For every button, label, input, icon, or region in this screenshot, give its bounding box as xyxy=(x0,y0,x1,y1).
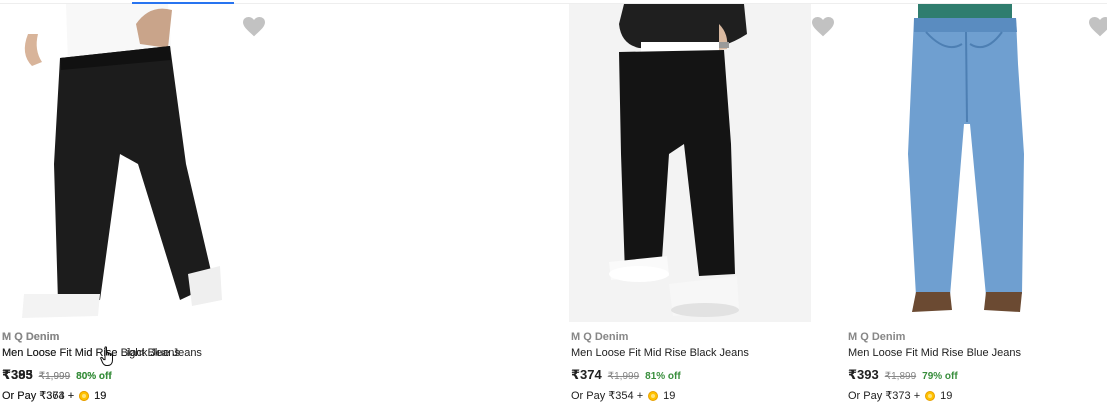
product-image[interactable] xyxy=(846,4,1088,322)
original-price: ₹1,999 xyxy=(38,371,71,382)
coin-count: 19 xyxy=(94,389,107,402)
product-title[interactable]: Men Loose Fit Mid Rise Blue Jeans xyxy=(848,347,1021,359)
product-image[interactable] xyxy=(0,4,242,322)
original-price: ₹1,999 xyxy=(607,371,640,382)
product-brand: M Q Denim xyxy=(571,331,629,343)
selling-price: ₹393 xyxy=(848,367,879,382)
price-row: ₹374 ₹1,999 81% off xyxy=(571,367,681,383)
price-row: ₹393 ₹1,899 79% off xyxy=(848,367,958,383)
coin-count: 19 xyxy=(940,389,953,402)
heart-icon[interactable] xyxy=(1088,16,1107,38)
product-card[interactable]: M Q Denim Men Loose Fit Mid Rise Black J… xyxy=(0,4,266,404)
or-pay-text: Or Pay ₹374 + xyxy=(2,390,75,402)
product-title[interactable]: Men Loose Fit Mid Rise Black Jeans xyxy=(2,347,180,359)
selling-price: ₹395 xyxy=(2,367,33,382)
product-card[interactable]: M Q Denim Men Loose Fit Mid Rise Black J… xyxy=(569,4,835,404)
original-price: ₹1,899 xyxy=(884,371,917,382)
coin-offer: Or Pay ₹354 + 19 xyxy=(571,389,676,403)
product-brand: M Q Denim xyxy=(2,331,60,343)
coin-count: 19 xyxy=(663,389,676,402)
coin-offer: Or Pay ₹373 + 19 xyxy=(848,389,953,403)
price-row: ₹395 ₹1,999 80% off xyxy=(2,367,112,383)
supercoin-icon xyxy=(79,390,90,401)
discount-badge: 80% off xyxy=(76,371,112,382)
or-pay-text: Or Pay ₹373 + xyxy=(848,390,921,402)
or-pay-text: Or Pay ₹354 + xyxy=(571,390,644,402)
product-card[interactable]: M Q Denim Men Loose Fit Mid Rise Blue Je… xyxy=(846,4,1107,404)
product-title[interactable]: Men Loose Fit Mid Rise Black Jeans xyxy=(571,347,749,359)
supercoin-icon xyxy=(648,390,659,401)
heart-icon[interactable] xyxy=(242,16,266,38)
supercoin-icon xyxy=(925,390,936,401)
selling-price: ₹374 xyxy=(571,367,602,382)
discount-badge: 81% off xyxy=(645,371,681,382)
coin-offer: Or Pay ₹374 + 19 xyxy=(2,389,107,403)
product-brand: M Q Denim xyxy=(848,331,906,343)
product-image[interactable] xyxy=(569,4,811,322)
heart-icon[interactable] xyxy=(811,16,835,38)
discount-badge: 79% off xyxy=(922,371,958,382)
